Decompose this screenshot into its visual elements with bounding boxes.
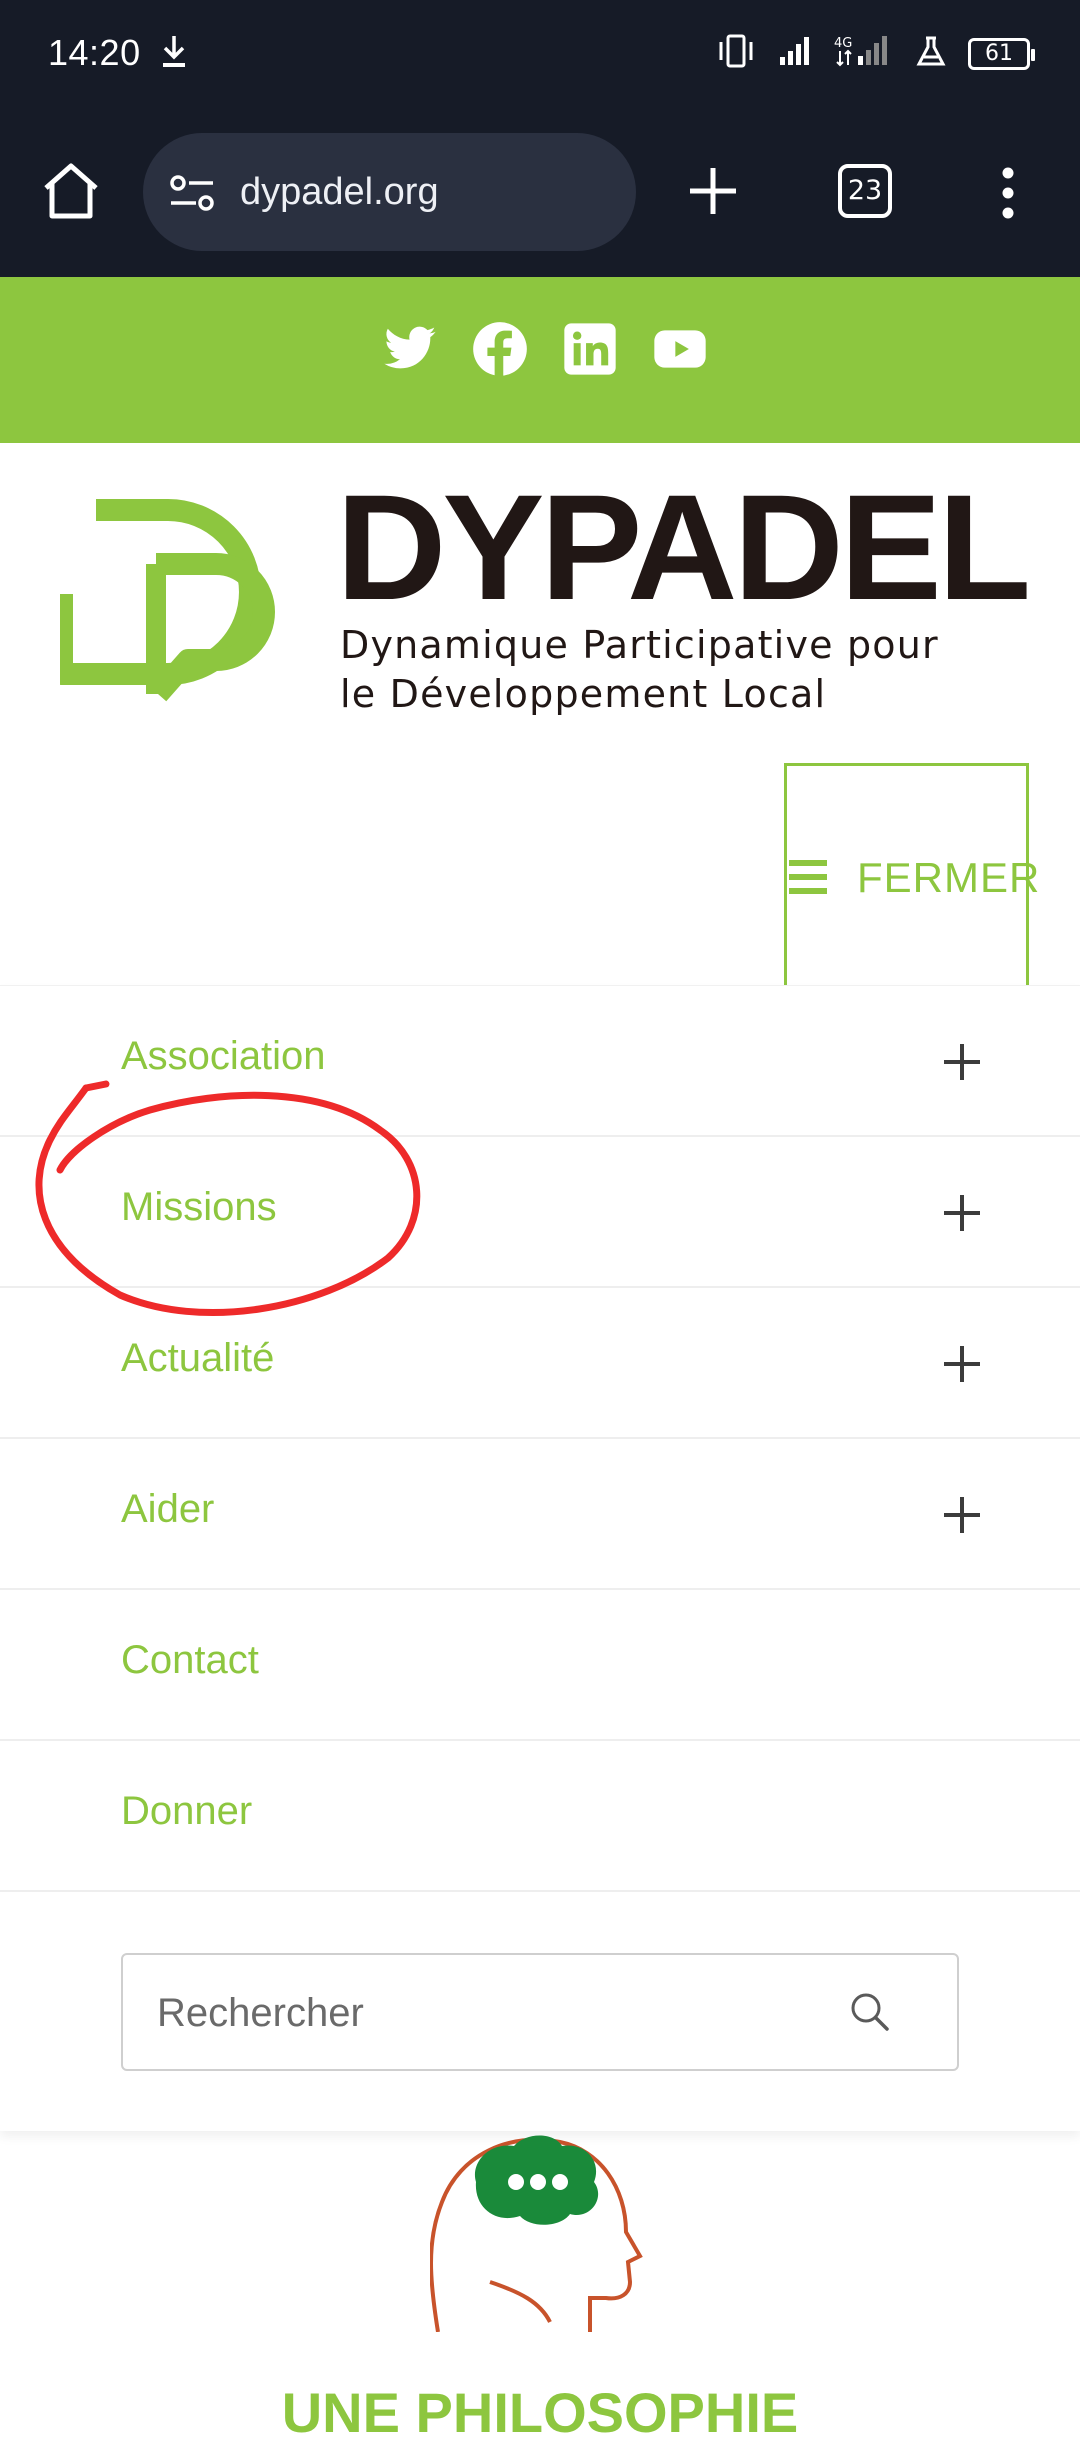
social-bar: [0, 277, 1080, 443]
expand-plus-icon[interactable]: [944, 1346, 980, 1382]
overflow-menu-icon[interactable]: [996, 166, 1020, 225]
browser-toolbar: dypadel.org 23: [0, 130, 1080, 251]
section-heading: UNE PHILOSOPHIE: [281, 2381, 799, 2444]
menu-item-contact[interactable]: Contact: [0, 1590, 1080, 1741]
address-bar[interactable]: dypadel.org: [143, 133, 636, 251]
search-input[interactable]: [157, 1985, 797, 2041]
brand-name: DYPADEL: [336, 463, 1031, 631]
thinking-head-illustration: [429, 2132, 650, 2337]
facebook-icon[interactable]: [472, 321, 528, 377]
vibrate-icon: [716, 34, 756, 73]
download-icon: [160, 34, 188, 75]
brand-tagline-line1: Dynamique Participative pour: [340, 623, 939, 667]
url-text: dypadel.org: [240, 171, 439, 213]
expand-plus-icon[interactable]: [944, 1044, 980, 1080]
new-tab-icon[interactable]: [686, 164, 740, 223]
status-time: 14:20: [48, 32, 141, 73]
browser-chrome: 14:20 4G 61 dypadel.org 23: [0, 0, 1080, 277]
menu-item-label: Aider: [121, 1487, 215, 1531]
menu-close-button[interactable]: FERMER: [784, 763, 1039, 988]
signal-4g-icon: 4G: [834, 34, 894, 73]
tab-switcher-button[interactable]: 23: [838, 164, 892, 218]
site-settings-icon[interactable]: [169, 173, 217, 218]
signal-icon: [778, 35, 812, 72]
lab-flask-icon: [916, 35, 946, 72]
svg-text:4G: 4G: [834, 36, 852, 51]
site-logo[interactable]: DYPADEL Dynamique Participative pour le …: [51, 472, 1031, 718]
linkedin-icon[interactable]: [562, 321, 618, 377]
expand-plus-icon[interactable]: [944, 1195, 980, 1231]
red-circle-annotation: [20, 1070, 440, 1345]
hamburger-icon: [789, 860, 829, 899]
battery-indicator: 61: [968, 37, 1035, 70]
twitter-icon[interactable]: [382, 321, 438, 377]
search-icon[interactable]: [847, 1989, 893, 2040]
dp-logo-icon: [51, 498, 300, 713]
status-bar: 14:20 4G 61: [0, 0, 1080, 110]
menu-item-donner[interactable]: Donner: [0, 1741, 1080, 1892]
menu-close-label: FERMER: [857, 854, 1041, 901]
youtube-icon[interactable]: [652, 321, 708, 377]
menu-item-label: Donner: [121, 1789, 253, 1833]
menu-item-aider[interactable]: Aider: [0, 1439, 1080, 1590]
menu-item-label: Contact: [121, 1638, 259, 1682]
expand-plus-icon[interactable]: [944, 1497, 980, 1533]
brand-tagline-line2: le Développement Local: [340, 672, 827, 716]
home-icon[interactable]: [40, 160, 104, 224]
search-box: [121, 1953, 959, 2071]
